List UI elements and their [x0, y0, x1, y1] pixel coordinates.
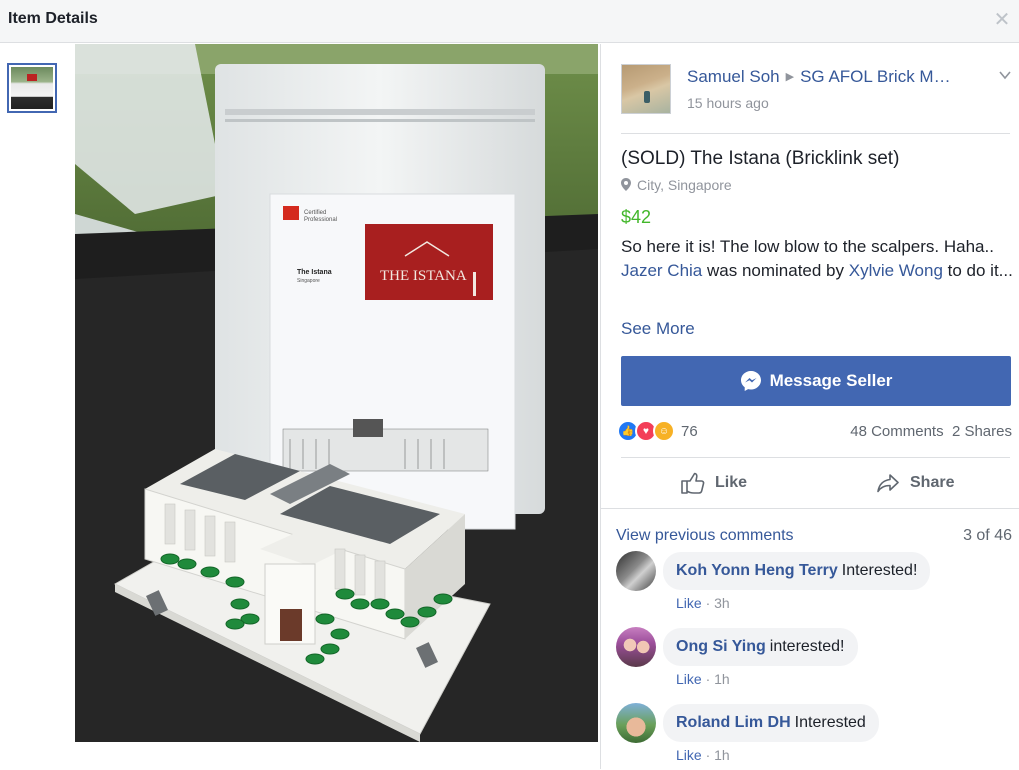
divider — [621, 457, 1010, 458]
see-more-link[interactable]: See More — [621, 319, 695, 339]
comment-bubble: Ong Si Ying interested! — [663, 628, 858, 666]
comment-bubble: Roland Lim DH Interested — [663, 704, 879, 742]
reaction-count: 76 — [681, 422, 698, 440]
reactions-summary[interactable]: 👍 ♥ ☺ 76 — [617, 420, 698, 442]
share-label: Share — [910, 474, 955, 491]
desc-text-2: was nominated by — [702, 261, 849, 280]
comment-text: Interested! — [841, 562, 918, 579]
engagement-counts: 48 Comments 2 Shares — [850, 423, 1012, 440]
shares-count-link[interactable]: 2 Shares — [952, 423, 1012, 440]
item-photo: Certified Professional The Istana Singap… — [75, 44, 598, 742]
comment-like-link[interactable]: Like — [676, 595, 702, 611]
close-icon[interactable]: ✕ — [993, 10, 1011, 30]
comment-time[interactable]: 1h — [714, 747, 730, 763]
messenger-icon — [740, 371, 761, 391]
comment-time[interactable]: 3h — [714, 595, 730, 611]
lego-logo — [283, 206, 299, 220]
seller-avatar[interactable] — [621, 64, 671, 114]
comment-meta: Like · 1h — [676, 747, 730, 763]
post-timestamp[interactable]: 15 hours ago — [687, 95, 769, 111]
comments-count-link[interactable]: 48 Comments — [850, 423, 943, 440]
mention-link-2[interactable]: Xylvie Wong — [849, 261, 943, 280]
message-seller-label: Message Seller — [769, 371, 893, 390]
desc-text-1: So here it is! The low blow to the scalp… — [621, 237, 994, 256]
comment-time[interactable]: 1h — [714, 671, 730, 687]
comment-text: interested! — [769, 638, 845, 655]
item-title: (SOLD) The Istana (Bricklink set) — [621, 148, 900, 169]
commenter-avatar[interactable] — [616, 551, 656, 591]
commenter-avatar[interactable] — [616, 627, 656, 667]
like-button[interactable]: Like — [681, 471, 747, 495]
comment-like-link[interactable]: Like — [676, 747, 702, 763]
chevron-down-icon[interactable] — [998, 68, 1012, 82]
item-description: So here it is! The low blow to the scalp… — [621, 235, 1013, 283]
item-sidebar: Samuel Soh ▶ SG AFOL Brick M… 15 hours ago… — [600, 44, 1019, 770]
location-pin-icon — [621, 178, 631, 191]
poster-row: Samuel Soh ▶ SG AFOL Brick M… — [687, 67, 951, 87]
comment-author-link[interactable]: Ong Si Ying — [676, 638, 766, 656]
group-name-link[interactable]: SG AFOL Brick M… — [800, 67, 951, 86]
haha-reaction-icon: ☺ — [653, 420, 675, 442]
box-sub: Singapore — [297, 278, 320, 284]
dialog-header: Item Details ✕ — [0, 0, 1019, 43]
comment-meta: Like · 1h — [676, 671, 730, 687]
message-seller-button[interactable]: Message Seller — [621, 356, 1011, 406]
comment-text: Interested — [794, 714, 866, 731]
item-location: City, Singapore — [621, 177, 732, 193]
share-arrow-icon — [877, 474, 899, 493]
dialog-title: Item Details — [8, 10, 98, 27]
divider — [621, 133, 1010, 134]
seller-name-link[interactable]: Samuel Soh — [687, 67, 780, 86]
thumbs-up-icon — [681, 472, 705, 494]
svg-text:Professional: Professional — [304, 217, 337, 223]
location-text: City, Singapore — [637, 177, 732, 193]
box-name: The Istana — [297, 269, 332, 276]
comments-section: View previous comments 3 of 46 Koh Yonn … — [601, 508, 1019, 770]
comment-bubble: Koh Yonn Heng Terry Interested! — [663, 552, 931, 590]
like-label: Like — [715, 474, 748, 491]
item-price: $42 — [621, 207, 652, 227]
istana-badge-text: THE ISTANA — [380, 268, 467, 284]
svg-text:Certified: Certified — [304, 210, 326, 216]
arrow-right-icon: ▶ — [785, 71, 795, 83]
comment-page-count: 3 of 46 — [963, 527, 1012, 544]
commenter-avatar[interactable] — [616, 703, 656, 743]
photo-thumbnail[interactable] — [7, 63, 57, 113]
comment-like-link[interactable]: Like — [676, 671, 702, 687]
comment-meta: Like · 3h — [676, 595, 730, 611]
share-button[interactable]: Share — [876, 471, 954, 495]
view-previous-comments-link[interactable]: View previous comments — [616, 527, 794, 545]
comment-author-link[interactable]: Koh Yonn Heng Terry — [676, 562, 838, 580]
mention-link-1[interactable]: Jazer Chia — [621, 261, 702, 280]
desc-text-3: to do it... — [942, 261, 1013, 280]
comment-author-link[interactable]: Roland Lim DH — [676, 714, 791, 732]
